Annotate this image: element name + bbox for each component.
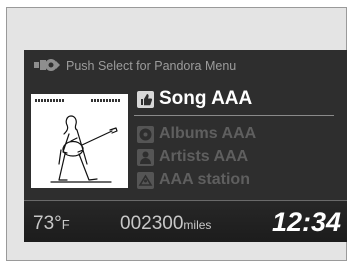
- artists-row: Artists AAA: [137, 145, 248, 169]
- clock: 12:34: [271, 207, 341, 237]
- disc-icon: [137, 125, 154, 143]
- guitar-player-illustration: [50, 115, 118, 183]
- album-art-top-right-bar: [91, 99, 121, 102]
- outside-temperature: 73°F: [33, 213, 70, 235]
- odometer-value: 002300: [120, 213, 184, 234]
- odometer-unit: miles: [183, 218, 212, 232]
- station-label: AAA station: [159, 171, 250, 188]
- thumbs-up-icon: [137, 90, 154, 108]
- albums-row: Albums AAA: [137, 122, 256, 146]
- interface-dial-icon: [34, 58, 60, 75]
- odometer: 002300miles: [120, 213, 211, 235]
- menu-hint-text: Push Select for Pandora Menu: [66, 59, 237, 73]
- artists-label: Artists AAA: [159, 148, 249, 165]
- station-row: AAA station: [137, 168, 250, 192]
- menu-hint: Push Select for Pandora Menu: [34, 58, 236, 74]
- album-art: [31, 94, 128, 188]
- figure-frame: Push Select for Pandora Menu Song AAA Al…: [6, 7, 347, 261]
- temperature-value: 73°: [33, 213, 62, 234]
- station-icon: [137, 171, 154, 189]
- status-bar: 73°F 002300miles 12:34: [24, 200, 347, 242]
- song-row: Song AAA: [137, 87, 252, 111]
- audio-display-screen: Push Select for Pandora Menu Song AAA Al…: [24, 50, 347, 242]
- albums-label: Albums AAA: [159, 125, 257, 142]
- person-icon: [137, 148, 154, 166]
- temperature-unit: F: [61, 217, 70, 232]
- album-art-top-left-bar: [35, 99, 65, 102]
- song-title: Song AAA: [159, 88, 253, 109]
- divider: [134, 115, 334, 116]
